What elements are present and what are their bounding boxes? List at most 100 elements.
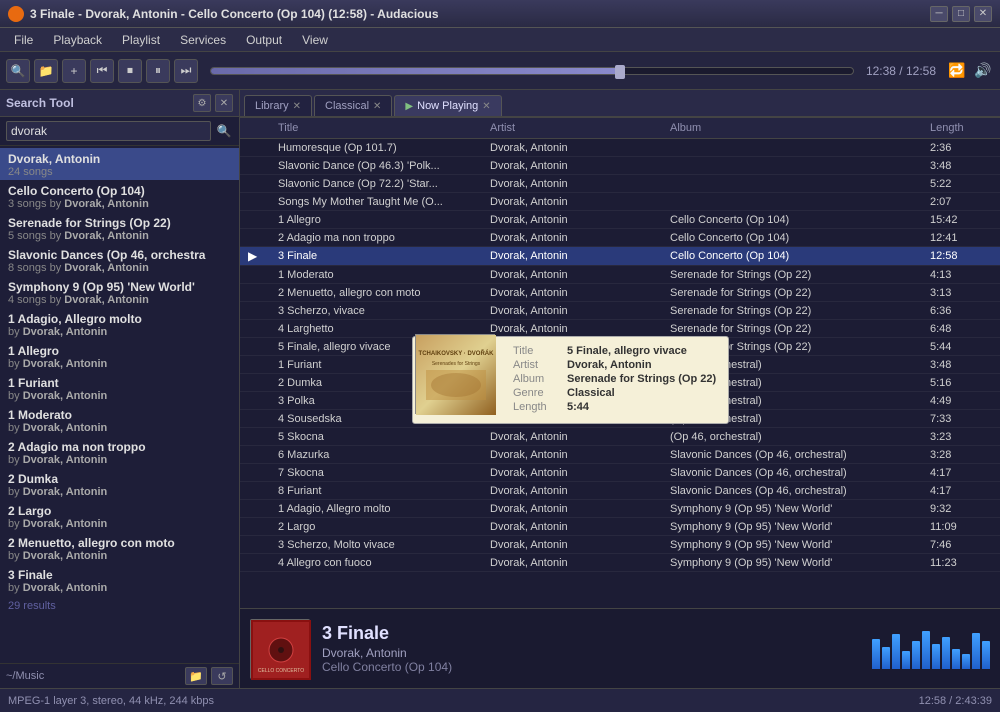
playlist-row[interactable]: Songs My Mother Taught Me (O... Dvorak, … xyxy=(240,193,1000,211)
search-result-adagio2[interactable]: 2 Adagio ma non troppo by Dvorak, Antoni… xyxy=(0,436,239,468)
row-indicator xyxy=(244,562,274,564)
progress-bar[interactable] xyxy=(210,67,854,75)
search-result-serenade[interactable]: Serenade for Strings (Op 22) 5 songs by … xyxy=(0,212,239,244)
tab-now-playing-label: Now Playing xyxy=(417,100,478,112)
now-playing-info: 3 Finale Dvorak, Antonin Cello Concerto … xyxy=(322,623,860,674)
result-furiant-title: 1 Furiant xyxy=(8,376,231,390)
playlist-row[interactable]: 8 Furiant Dvorak, Antonin Slavonic Dance… xyxy=(240,482,1000,500)
header-length[interactable]: Length xyxy=(926,120,996,136)
vis-bar xyxy=(942,637,950,669)
status-codec: MPEG-1 layer 3, stereo, 44 kHz, 244 kbps xyxy=(8,695,214,707)
row-indicator xyxy=(244,400,274,402)
playlist-row[interactable]: 5 Skocna Dvorak, Antonin (Op 46, orchest… xyxy=(240,428,1000,446)
next-button[interactable]: ⏭ xyxy=(174,59,198,83)
repeat-button[interactable]: 🔁 xyxy=(946,60,968,82)
add-button[interactable]: + xyxy=(62,59,86,83)
tab-classical[interactable]: Classical ✕ xyxy=(314,95,392,116)
menu-file[interactable]: File xyxy=(4,31,43,49)
tooltip-content: Title 5 Finale, allegro vivace Artist Dv… xyxy=(513,345,716,413)
search-settings-button[interactable]: ⚙ xyxy=(193,94,211,112)
tab-library-close[interactable]: ✕ xyxy=(293,101,301,112)
search-result-furiant[interactable]: 1 Furiant by Dvorak, Antonin xyxy=(0,372,239,404)
row-album: Symphony 9 (Op 95) 'New World' xyxy=(666,502,926,516)
row-indicator xyxy=(244,418,274,420)
playlist-row[interactable]: 1 Adagio, Allegro molto Dvorak, Antonin … xyxy=(240,500,1000,518)
tabs-bar: Library ✕ Classical ✕ ▶ Now Playing ✕ xyxy=(240,90,1000,118)
menu-services[interactable]: Services xyxy=(170,31,236,49)
tab-now-playing-close[interactable]: ✕ xyxy=(482,101,490,112)
header-artist[interactable]: Artist xyxy=(486,120,666,136)
menu-view[interactable]: View xyxy=(292,31,338,49)
browse-path-button[interactable]: 📁 xyxy=(185,667,207,685)
pause-button[interactable]: ⏸ xyxy=(146,59,170,83)
row-indicator xyxy=(244,346,274,348)
row-play-indicator: ▶ xyxy=(244,248,274,264)
result-count: 29 results xyxy=(0,596,239,616)
playlist-row[interactable]: 2 Menuetto, allegro con moto Dvorak, Ant… xyxy=(240,284,1000,302)
playlist-row[interactable]: 4 Allegro con fuoco Dvorak, Antonin Symp… xyxy=(240,554,1000,572)
tooltip-album-art: TCHAIKOVSKY · DVOŘÁK Serenades for Strin… xyxy=(415,334,495,414)
playlist-row[interactable]: 7 Skocna Dvorak, Antonin Slavonic Dances… xyxy=(240,464,1000,482)
row-indicator xyxy=(244,526,274,528)
row-album xyxy=(666,165,926,167)
stop-button[interactable]: ⏹ xyxy=(118,59,142,83)
playlist-row-playing[interactable]: ▶ 3 Finale Dvorak, Antonin Cello Concert… xyxy=(240,247,1000,266)
row-artist: Dvorak, Antonin xyxy=(486,159,666,173)
playlist-row[interactable]: 1 Moderato Dvorak, Antonin Serenade for … xyxy=(240,266,1000,284)
row-length: 7:33 xyxy=(926,412,996,426)
playlist-row[interactable]: Humoresque (Op 101.7) Dvorak, Antonin 2:… xyxy=(240,139,1000,157)
search-result-menuetto[interactable]: 2 Menuetto, allegro con moto by Dvorak, … xyxy=(0,532,239,564)
playlist-row[interactable]: 2 Largo Dvorak, Antonin Symphony 9 (Op 9… xyxy=(240,518,1000,536)
search-result-largo[interactable]: 2 Largo by Dvorak, Antonin xyxy=(0,500,239,532)
close-button[interactable]: ✕ xyxy=(974,6,992,22)
open-button[interactable]: 📁 xyxy=(34,59,58,83)
menu-playback[interactable]: Playback xyxy=(43,31,112,49)
menu-output[interactable]: Output xyxy=(236,31,292,49)
search-result-cello[interactable]: Cello Concerto (Op 104) 3 songs by Dvora… xyxy=(0,180,239,212)
tab-library[interactable]: Library ✕ xyxy=(244,95,312,116)
svg-text:TCHAIKOVSKY · DVOŘÁK: TCHAIKOVSKY · DVOŘÁK xyxy=(419,349,495,357)
menu-playlist[interactable]: Playlist xyxy=(112,31,170,49)
row-indicator xyxy=(244,292,274,294)
row-indicator xyxy=(244,310,274,312)
prev-button[interactable]: ⏮ xyxy=(90,59,114,83)
progress-handle[interactable] xyxy=(615,65,625,79)
search-result-adagio[interactable]: 1 Adagio, Allegro molto by Dvorak, Anton… xyxy=(0,308,239,340)
search-close-button[interactable]: ✕ xyxy=(215,94,233,112)
search-result-artist[interactable]: Dvorak, Antonin 24 songs xyxy=(0,148,239,180)
row-title: 3 Scherzo, Molto vivace xyxy=(274,538,486,552)
result-artist-count: 24 songs xyxy=(8,166,231,178)
playlist-row[interactable]: Slavonic Dance (Op 46.3) 'Polk... Dvorak… xyxy=(240,157,1000,175)
search-clear-button[interactable]: 🔍 xyxy=(215,122,233,140)
refresh-button[interactable]: ↺ xyxy=(211,667,233,685)
row-artist: Dvorak, Antonin xyxy=(486,448,666,462)
tab-classical-close[interactable]: ✕ xyxy=(373,101,381,112)
result-menuetto-sub: by Dvorak, Antonin xyxy=(8,550,231,562)
playlist-row[interactable]: 3 Scherzo, vivace Dvorak, Antonin Serena… xyxy=(240,302,1000,320)
minimize-button[interactable]: ─ xyxy=(930,6,948,22)
playlist-row[interactable]: 1 Allegro Dvorak, Antonin Cello Concerto… xyxy=(240,211,1000,229)
search-result-dumka[interactable]: 2 Dumka by Dvorak, Antonin xyxy=(0,468,239,500)
header-title[interactable]: Title xyxy=(274,120,486,136)
row-artist: Dvorak, Antonin xyxy=(486,141,666,155)
row-indicator xyxy=(244,237,274,239)
search-result-slavonic[interactable]: Slavonic Dances (Op 46, orchestra 8 song… xyxy=(0,244,239,276)
row-title: Slavonic Dance (Op 46.3) 'Polk... xyxy=(274,159,486,173)
row-album: Slavonic Dances (Op 46, orchestral) xyxy=(666,448,926,462)
playlist-row[interactable]: Slavonic Dance (Op 72.2) 'Star... Dvorak… xyxy=(240,175,1000,193)
search-result-symphony[interactable]: Symphony 9 (Op 95) 'New World' 4 songs b… xyxy=(0,276,239,308)
tab-now-playing[interactable]: ▶ Now Playing ✕ xyxy=(394,95,501,116)
search-toggle-button[interactable]: 🔍 xyxy=(6,59,30,83)
row-length: 9:32 xyxy=(926,502,996,516)
header-album[interactable]: Album xyxy=(666,120,926,136)
search-result-moderato[interactable]: 1 Moderato by Dvorak, Antonin xyxy=(0,404,239,436)
search-input[interactable] xyxy=(6,121,211,141)
search-result-allegro[interactable]: 1 Allegro by Dvorak, Antonin xyxy=(0,340,239,372)
playlist-row[interactable]: 3 Scherzo, Molto vivace Dvorak, Antonin … xyxy=(240,536,1000,554)
maximize-button[interactable]: □ xyxy=(952,6,970,22)
volume-button[interactable]: 🔊 xyxy=(972,60,994,82)
playlist-row[interactable]: 2 Adagio ma non troppo Dvorak, Antonin C… xyxy=(240,229,1000,247)
playlist-row[interactable]: 6 Mazurka Dvorak, Antonin Slavonic Dance… xyxy=(240,446,1000,464)
search-result-finale[interactable]: 3 Finale by Dvorak, Antonin xyxy=(0,564,239,596)
row-length: 7:46 xyxy=(926,538,996,552)
